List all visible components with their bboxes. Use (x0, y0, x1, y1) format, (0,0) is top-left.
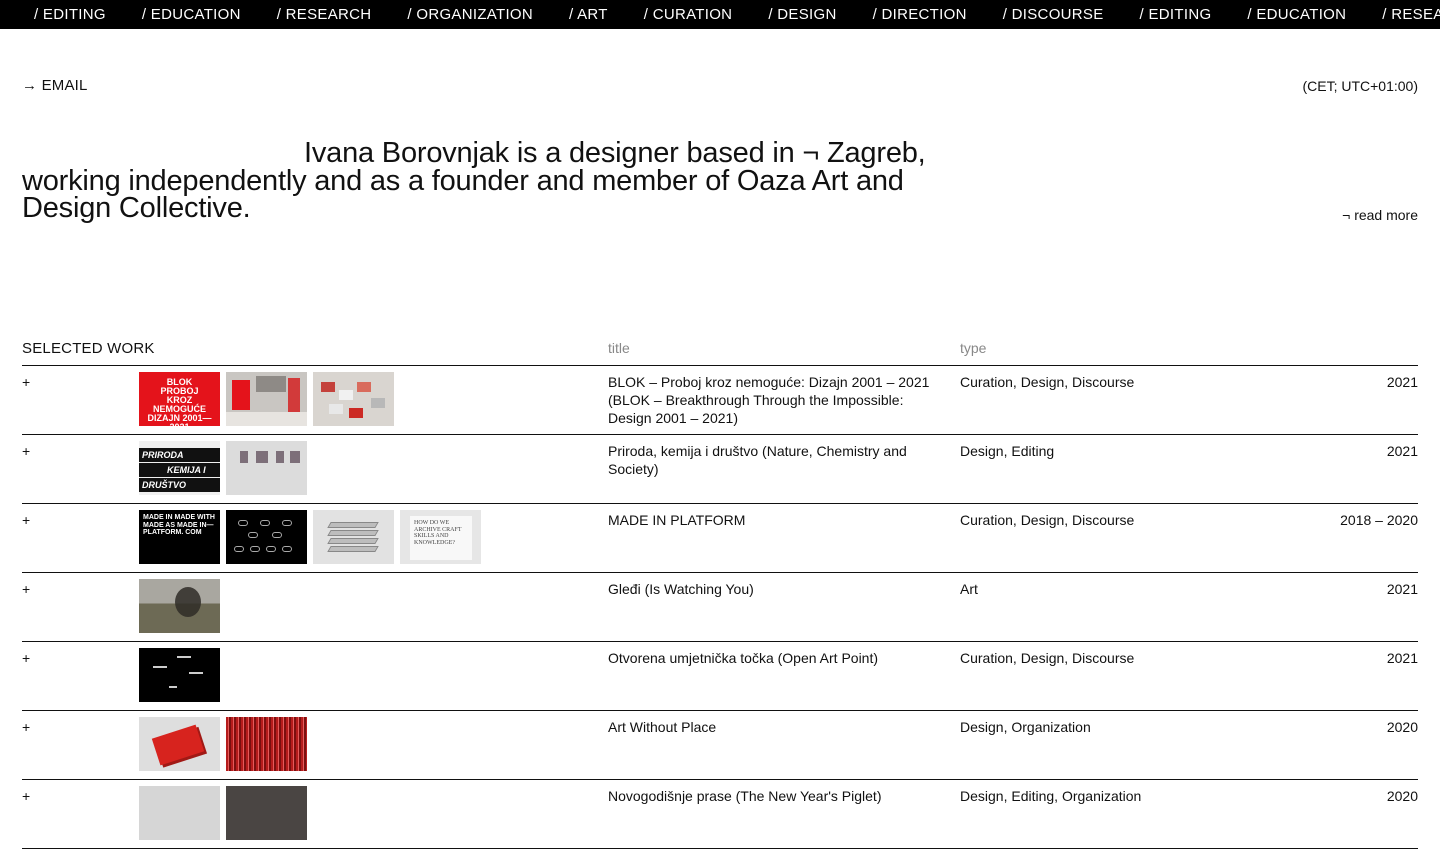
expand-toggle[interactable]: + (22, 512, 30, 528)
thumbnail-strip (139, 648, 220, 702)
ticker-item[interactable]: / CURATION (644, 7, 733, 23)
thumbnail-text: BLOK PROBOJ KROZ NEMOGUĆE DIZAJN 2001—20… (147, 377, 212, 427)
ticker-item[interactable]: / ART (569, 7, 608, 23)
expand-toggle[interactable]: + (22, 650, 30, 666)
thumbnail[interactable] (313, 372, 394, 426)
work-title: Otvorena umjetnička točka (Open Art Poin… (608, 650, 879, 666)
thumbnail[interactable] (226, 441, 307, 495)
ticker-track: / EDITING / EDUCATION / RESEARCH / ORGAN… (34, 7, 1440, 23)
topic-ticker: / EDITING / EDUCATION / RESEARCH / ORGAN… (0, 0, 1440, 29)
work-year: 2021 (1386, 581, 1418, 597)
timezone-label: (CET; UTC+01:00) (1302, 78, 1418, 94)
thumbnail-strip (139, 579, 220, 633)
selected-work: SELECTED WORK title type + BLOK PROBOJ K… (22, 339, 1418, 849)
thumbnail-strip (139, 786, 307, 840)
work-row[interactable]: + PRIRODA KEMIJA I DRUŠTVO Priroda, kemi… (22, 435, 1418, 504)
ticker-item[interactable]: / EDUCATION (1247, 7, 1346, 23)
work-type: Curation, Design, Discourse (960, 512, 1135, 528)
ticker-item[interactable]: / DESIGN (768, 7, 836, 23)
work-type: Curation, Design, Discourse (960, 650, 1135, 666)
work-year: 2021 (1386, 650, 1418, 666)
thumbnail[interactable]: MADE IN MADE WITH MADE AS MADE IN— PLATF… (139, 510, 220, 564)
work-type: Design, Editing (960, 443, 1055, 459)
email-link[interactable]: → EMAIL (22, 77, 88, 95)
column-header-title: title (608, 340, 630, 356)
work-row[interactable]: + Art Without Place Design, Organization… (22, 711, 1418, 780)
work-year: 2021 (1386, 374, 1418, 390)
expand-toggle[interactable]: + (22, 719, 30, 735)
ticker-item[interactable]: / ORGANIZATION (407, 7, 533, 23)
thumbnail-strip: PRIRODA KEMIJA I DRUŠTVO (139, 441, 307, 495)
work-type: Design, Editing, Organization (960, 788, 1142, 804)
thumbnail-strip (139, 717, 307, 771)
thumbnail[interactable]: HOW DO WE ARCHIVE CRAFT SKILLS AND KNOWL… (400, 510, 481, 564)
ticker-item[interactable]: / RESEARCH (1382, 7, 1440, 23)
ticker-item[interactable]: / EDITING (34, 7, 106, 23)
work-row[interactable]: + BLOK PROBOJ KROZ NEMOGUĆE DIZAJN 2001—… (22, 366, 1418, 435)
thumbnail[interactable] (226, 372, 307, 426)
work-year: 2018 – 2020 (1340, 512, 1418, 528)
thumbnail-strip: BLOK PROBOJ KROZ NEMOGUĆE DIZAJN 2001—20… (139, 372, 394, 426)
expand-toggle[interactable]: + (22, 374, 30, 390)
section-title: SELECTED WORK (22, 340, 155, 357)
intro-text: Ivana Borovnjak is a designer based in ¬… (22, 137, 926, 224)
thumbnail-strip: MADE IN MADE WITH MADE AS MADE IN— PLATF… (139, 510, 481, 564)
thumbnail[interactable] (139, 717, 220, 771)
thumbnail-text: PRIRODA (139, 448, 220, 462)
work-row[interactable]: + Otvorena umjetnička točka (Open Art Po… (22, 642, 1418, 711)
work-row[interactable]: + Novogodišnje prase (The New Year's Pig… (22, 780, 1418, 849)
expand-toggle[interactable]: + (22, 788, 30, 804)
work-row[interactable]: + Gleđi (Is Watching You) Art 2021 (22, 573, 1418, 642)
thumbnail-text: MADE IN MADE WITH MADE AS MADE IN— PLATF… (143, 514, 215, 536)
thumbnail[interactable] (139, 648, 220, 702)
work-type: Art (960, 581, 978, 597)
work-year: 2020 (1386, 788, 1418, 804)
ticker-item[interactable]: / RESEARCH (277, 7, 372, 23)
work-title: Art Without Place (608, 719, 717, 735)
thumbnail[interactable]: BLOK PROBOJ KROZ NEMOGUĆE DIZAJN 2001—20… (139, 372, 220, 426)
work-title: Novogodišnje prase (The New Year's Pigle… (608, 788, 882, 804)
expand-toggle[interactable]: + (22, 581, 30, 597)
ticker-item[interactable]: / EDUCATION (142, 7, 241, 23)
thumbnail-text: KEMIJA I (139, 463, 220, 477)
thumbnail[interactable] (139, 579, 220, 633)
ticker-item[interactable]: / DIRECTION (873, 7, 967, 23)
work-type: Curation, Design, Discourse (960, 374, 1135, 390)
work-year: 2021 (1386, 443, 1418, 459)
thumbnail[interactable] (226, 786, 307, 840)
thumbnail[interactable] (226, 510, 307, 564)
work-row[interactable]: + MADE IN MADE WITH MADE AS MADE IN— PLA… (22, 504, 1418, 573)
thumbnail[interactable] (139, 786, 220, 840)
thumbnail-text: HOW DO WE ARCHIVE CRAFT SKILLS AND KNOWL… (410, 516, 472, 560)
ticker-item[interactable]: / EDITING (1140, 7, 1212, 23)
expand-toggle[interactable]: + (22, 443, 30, 459)
work-title: Priroda, kemija i društvo (Nature, Chemi… (608, 443, 907, 477)
work-title: Gleđi (Is Watching You) (608, 581, 754, 597)
thumbnail[interactable] (313, 510, 394, 564)
work-title: MADE IN PLATFORM (608, 512, 746, 528)
work-table-header: SELECTED WORK title type (22, 339, 1418, 366)
work-title: BLOK – Proboj kroz nemoguće: Dizajn 2001… (608, 374, 930, 426)
ticker-item[interactable]: / DISCOURSE (1003, 7, 1104, 23)
thumbnail[interactable] (226, 717, 307, 771)
column-header-type: type (960, 340, 987, 356)
work-type: Design, Organization (960, 719, 1091, 735)
thumbnail[interactable]: PRIRODA KEMIJA I DRUŠTVO (139, 441, 220, 495)
read-more-link[interactable]: ¬ read more (1342, 207, 1418, 223)
work-year: 2020 (1386, 719, 1418, 735)
thumbnail-text: DRUŠTVO (139, 478, 220, 492)
